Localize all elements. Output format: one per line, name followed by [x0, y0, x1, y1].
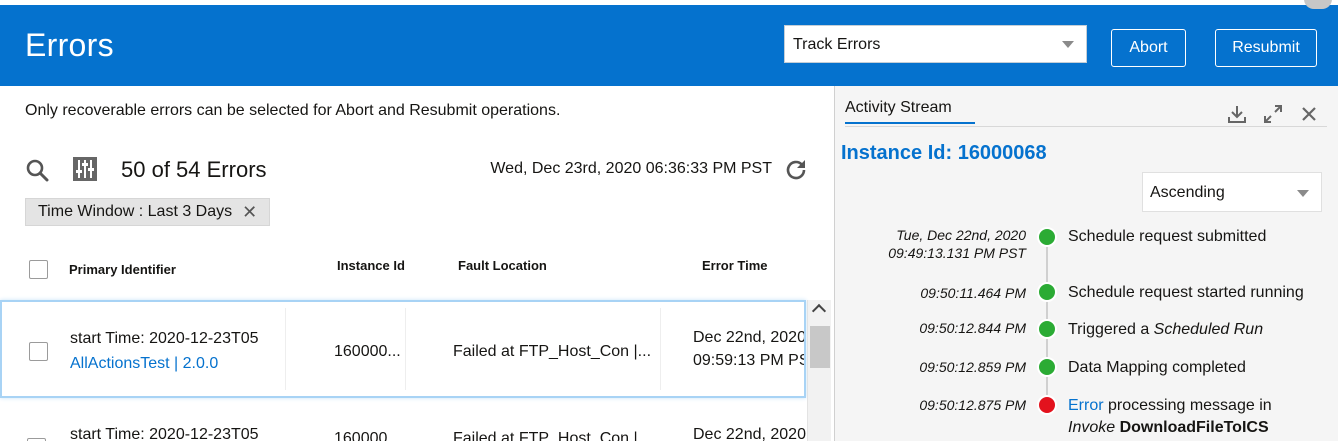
event-text: Data Mapping completed: [1068, 359, 1246, 376]
column-header-fault-location[interactable]: Fault Location: [458, 258, 547, 273]
error-status-dot: [1037, 395, 1057, 415]
fault-location: Failed at FTP_Host_Con |...: [453, 430, 652, 441]
event-text: Triggered a Scheduled Run: [1068, 319, 1263, 341]
column-divider: [285, 308, 286, 390]
filter-chip-label: Time Window : Last 3 Days: [38, 203, 233, 220]
track-errors-select[interactable]: Track Errors: [784, 25, 1087, 63]
page-header: Errors Track Errors Abort Resubmit: [0, 0, 1338, 86]
event-time: 09:49:13.131 PM PST: [888, 245, 1026, 261]
expand-icon[interactable]: [1263, 104, 1283, 124]
event-text: Schedule request submitted: [1068, 228, 1267, 245]
instance-id[interactable]: 160000...: [334, 430, 401, 441]
chevron-up-icon[interactable]: [811, 303, 827, 319]
column-divider: [405, 308, 406, 390]
activity-stream-panel: Activity Stream Instance Id: 16000068 As…: [834, 86, 1338, 441]
abort-button[interactable]: Abort: [1111, 29, 1186, 67]
last-refresh-time: Wed, Dec 23rd, 2020 06:36:33 PM PST: [490, 160, 772, 177]
recoverable-notice: Only recoverable errors can be selected …: [25, 102, 561, 119]
primary-identifier: start Time: 2020-12-23T05: [70, 426, 259, 441]
close-icon[interactable]: [1299, 104, 1319, 124]
select-all-checkbox[interactable]: [29, 260, 48, 279]
tab-activity-stream[interactable]: Activity Stream: [845, 99, 975, 124]
refresh-icon[interactable]: [784, 158, 808, 182]
error-time: 09:59:13 PM PST: [693, 352, 804, 369]
time-window-filter-chip[interactable]: Time Window : Last 3 Days ✕: [25, 198, 271, 226]
column-header-error-time[interactable]: Error Time: [702, 258, 768, 273]
success-status-dot: [1037, 282, 1057, 302]
event-timestamp: 09:50:12.875 PM: [919, 397, 1026, 413]
search-icon[interactable]: [25, 158, 49, 182]
column-divider: [660, 308, 661, 390]
errors-list-pane: Only recoverable errors can be selected …: [0, 86, 834, 441]
user-avatar-edge[interactable]: [1304, 0, 1332, 9]
close-icon[interactable]: ✕: [242, 203, 257, 221]
chevron-down-icon: [1062, 41, 1074, 48]
event-timestamp: 09:50:12.844 PM: [919, 320, 1026, 336]
event-text-rest: processing message in: [1103, 397, 1272, 414]
event-timestamp: 09:50:12.859 PM: [919, 359, 1026, 375]
instance-id-heading: Instance Id: 16000068: [841, 142, 1047, 164]
primary-identifier: start Time: 2020-12-23T05: [70, 330, 259, 347]
column-header-instance-id[interactable]: Instance Id: [337, 258, 405, 273]
event-date: Tue, Dec 22nd, 2020: [896, 227, 1026, 243]
error-count: 50 of 54 Errors: [121, 157, 267, 182]
success-status-dot: [1037, 319, 1057, 339]
event-text-prefix: Triggered a: [1068, 321, 1154, 338]
event-text-emphasis: Scheduled Run: [1153, 321, 1264, 338]
event-text-emphasis: Invoke: [1068, 419, 1120, 436]
event-text: Schedule request started running: [1068, 284, 1304, 301]
sort-order-value: Ascending: [1150, 184, 1225, 201]
track-select-value: Track Errors: [793, 36, 881, 53]
fault-location: Failed at FTP_Host_Con |...: [453, 343, 652, 360]
resubmit-button[interactable]: Resubmit: [1215, 29, 1317, 67]
page-title: Errors: [25, 27, 114, 63]
table-scrollbar[interactable]: [807, 300, 831, 441]
scrollbar-thumb[interactable]: [810, 326, 830, 368]
success-status-dot: [1037, 357, 1057, 377]
event-timestamp: 09:50:11.464 PM: [920, 285, 1026, 301]
error-date: Dec 22nd, 2020: [693, 329, 806, 346]
success-status-dot: [1037, 227, 1057, 247]
tab-divider: [845, 126, 1327, 127]
event-text: Error processing message in Invoke Downl…: [1068, 395, 1272, 439]
event-text-bold: DownloadFileToICS: [1119, 419, 1269, 436]
chevron-down-icon: [1297, 190, 1309, 197]
event-timestamp: Tue, Dec 22nd, 2020 09:49:13.131 PM PST: [888, 226, 1026, 262]
error-link[interactable]: Error: [1068, 397, 1104, 414]
integration-link[interactable]: AllActionsTest | 2.0.0: [70, 355, 285, 373]
download-icon[interactable]: [1227, 104, 1247, 124]
instance-id[interactable]: 160000...: [334, 343, 401, 361]
table-row[interactable]: start Time: 2020-12-23T05 160000... Fail…: [0, 406, 806, 441]
sort-order-select[interactable]: Ascending: [1142, 172, 1322, 212]
filter-sliders-icon[interactable]: [72, 156, 98, 182]
error-date: Dec 22nd, 2020: [693, 426, 806, 441]
table-row[interactable]: start Time: 2020-12-23T05 AllActionsTest…: [0, 300, 806, 398]
row-checkbox[interactable]: [29, 342, 48, 361]
column-header-primary-identifier[interactable]: Primary Identifier: [69, 262, 176, 277]
